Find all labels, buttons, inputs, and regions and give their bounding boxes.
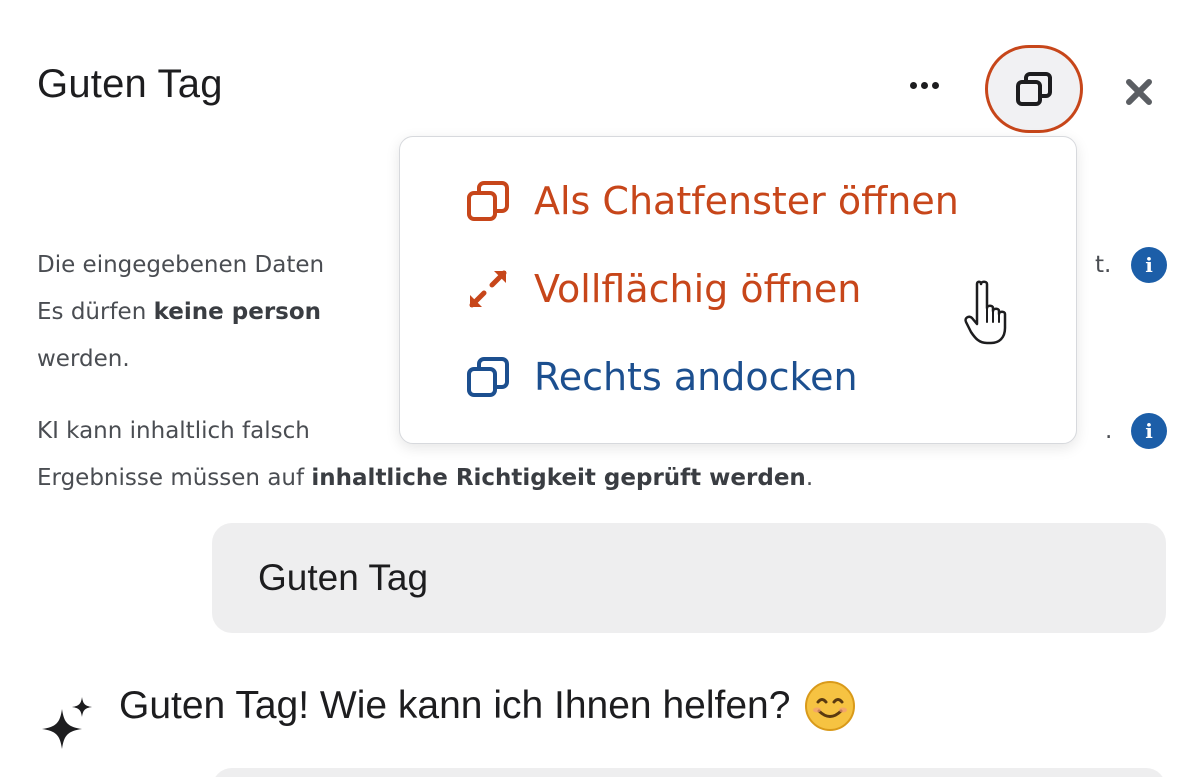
hand-pointer-cursor-icon	[964, 280, 1007, 345]
user-message-text: Guten Tag	[258, 557, 429, 598]
window-restore-icon	[1016, 72, 1052, 106]
chat-title: Guten Tag	[37, 62, 223, 106]
window-restore-icon	[467, 181, 509, 221]
window-restore-icon	[467, 357, 509, 397]
user-message-bubble: Guten Tag	[212, 523, 1166, 633]
menu-item-dock-right[interactable]: Rechts andocken	[466, 355, 858, 399]
menu-item-open-fullscreen[interactable]: Vollflächig öffnen	[466, 267, 861, 311]
close-icon	[1126, 79, 1152, 105]
info-icon[interactable]: i	[1131, 247, 1167, 283]
more-options-button[interactable]	[898, 62, 950, 108]
bot-message: Guten Tag! Wie kann ich Ihnen helfen?	[119, 680, 856, 732]
next-message-bubble	[212, 768, 1166, 777]
bot-message-text: Guten Tag! Wie kann ich Ihnen helfen?	[119, 684, 791, 727]
sparkle-icon	[42, 697, 92, 749]
close-button[interactable]	[1117, 70, 1161, 114]
info-icon[interactable]: i	[1131, 413, 1167, 449]
ellipsis-icon	[909, 81, 917, 89]
smiling-face-icon	[805, 681, 856, 731]
menu-item-open-chat-window[interactable]: Als Chatfenster öffnen	[466, 179, 959, 223]
window-mode-button[interactable]	[985, 45, 1083, 133]
expand-arrows-icon	[469, 270, 507, 308]
